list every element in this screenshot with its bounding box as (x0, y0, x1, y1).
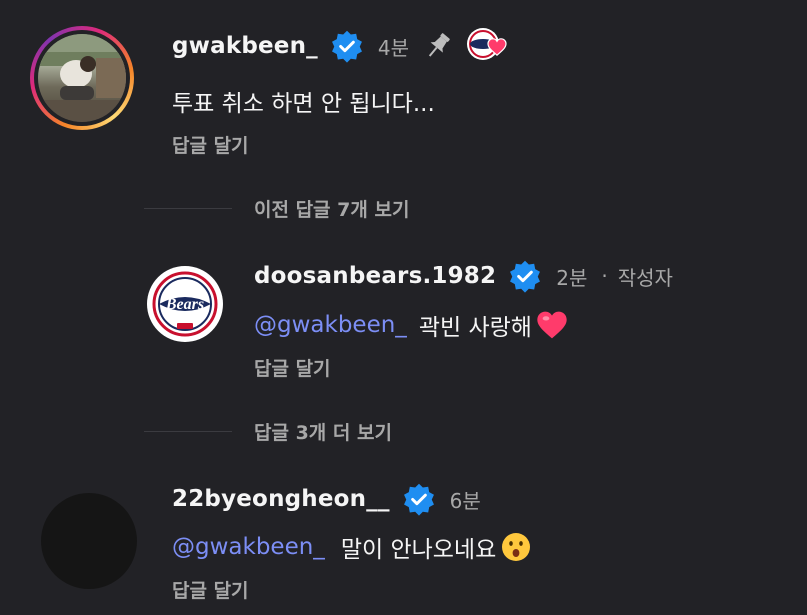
avatar-photo (38, 34, 126, 122)
heart-icon (487, 38, 507, 56)
mention-link[interactable]: @gwakbeen_ (172, 534, 325, 560)
comment-username[interactable]: 22byeongheon__ (172, 486, 390, 512)
separator-dot: · (601, 264, 608, 288)
reply-message: 곽빈 사랑해 (418, 315, 532, 341)
verified-badge-icon (331, 30, 362, 63)
thread-divider (144, 431, 232, 432)
bears-logo: Bears (147, 266, 223, 342)
pin-icon (428, 33, 450, 57)
reply-time: 2분 (556, 265, 588, 290)
verified-badge-icon (403, 483, 434, 516)
heart-emoji-icon (537, 311, 567, 339)
comment-text: 투표 취소 하면 안 됩니다... (172, 91, 435, 117)
mention-link[interactable]: @gwakbeen_ (254, 312, 407, 338)
verified-badge-icon (510, 260, 541, 293)
reply-button[interactable]: 답글 달기 (172, 576, 249, 603)
comment-header: 22byeongheon__ 6분 (172, 481, 481, 517)
astonished-face-emoji-icon (502, 533, 531, 561)
author-tag: 작성자 (617, 265, 673, 290)
comment-header: gwakbeen_ 4분 (172, 28, 507, 64)
reply-avatar[interactable]: Bears (147, 266, 223, 342)
comment-avatar-story-ring[interactable] (30, 26, 134, 130)
comment-time: 4분 (377, 35, 409, 60)
view-previous-replies-label: 이전 답글 7개 보기 (254, 199, 410, 221)
view-previous-replies-button[interactable]: 이전 답글 7개 보기 (144, 195, 409, 222)
comment-username[interactable]: gwakbeen_ (172, 33, 318, 59)
svg-text:Bears: Bears (165, 296, 204, 313)
reply-username[interactable]: doosanbears.1982 (254, 263, 496, 289)
thread-divider (144, 208, 232, 209)
reply-header: doosanbears.1982 2분 · 작성자 (254, 258, 673, 294)
comment-avatar[interactable] (41, 493, 137, 589)
view-more-replies-label: 답글 3개 더 보기 (254, 422, 392, 444)
view-more-replies-button[interactable]: 답글 3개 더 보기 (144, 418, 392, 445)
author-liked-badge (467, 28, 507, 64)
avatar (41, 493, 137, 589)
reply-button[interactable]: 답글 달기 (172, 131, 249, 158)
reply-text: @gwakbeen_ 곽빈 사랑해 (254, 308, 568, 342)
reply-button[interactable]: 답글 달기 (254, 354, 331, 381)
comment-message: 말이 안나오네요 (340, 537, 497, 563)
comment-text: @gwakbeen_ 말이 안나오네요 (172, 530, 532, 564)
comment-time: 6분 (449, 488, 481, 513)
